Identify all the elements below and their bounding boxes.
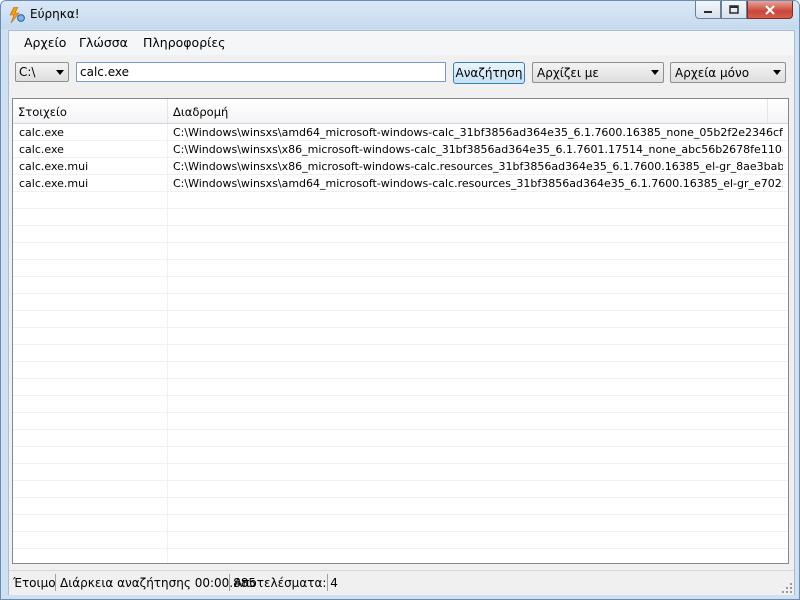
empty-row <box>13 311 788 328</box>
empty-row <box>13 260 788 277</box>
column-header-path[interactable]: Διαδρομή <box>168 99 768 123</box>
empty-row <box>13 430 788 447</box>
lightning-magnifier-icon <box>9 7 25 23</box>
empty-row <box>13 379 788 396</box>
row-item: calc.exe <box>19 126 64 139</box>
empty-row <box>13 328 788 345</box>
drive-select[interactable]: C:\ <box>15 62 69 82</box>
empty-row <box>13 498 788 515</box>
empty-row <box>13 396 788 413</box>
chevron-down-icon <box>56 70 64 75</box>
empty-row <box>13 209 788 226</box>
maximize-icon <box>729 5 739 14</box>
row-path: C:\Windows\winsxs\amd64_microsoft-window… <box>173 177 783 190</box>
empty-row <box>13 481 788 498</box>
menu-file[interactable]: Αρχείο <box>24 35 66 50</box>
status-duration: Διάρκεια αναζήτησης 00:00.885 <box>60 576 256 590</box>
chevron-down-icon <box>651 70 659 75</box>
empty-row <box>13 277 788 294</box>
title-bar[interactable]: Εύρηκα! <box>1 1 799 29</box>
match-mode-value: Αρχίζει με <box>537 66 599 80</box>
row-path: C:\Windows\winsxs\x86_microsoft-windows-… <box>173 160 783 173</box>
status-divider <box>229 574 230 591</box>
match-mode-select[interactable]: Αρχίζει με <box>532 62 664 83</box>
empty-row <box>13 226 788 243</box>
chevron-down-icon <box>773 70 781 75</box>
window-title: Εύρηκα! <box>30 7 80 21</box>
status-results: Αποτελέσματα: 4 <box>234 576 338 590</box>
empty-row <box>13 413 788 430</box>
menu-language[interactable]: Γλώσσα <box>79 35 128 50</box>
empty-row <box>13 447 788 464</box>
empty-row <box>13 515 788 532</box>
column-header-path-label: Διαδρομή <box>173 105 229 119</box>
file-filter-value: Αρχεία μόνο <box>675 66 750 80</box>
row-item: calc.exe.mui <box>19 177 89 190</box>
table-row[interactable]: calc.exe C:\Windows\winsxs\amd64_microso… <box>13 124 788 141</box>
maximize-button[interactable] <box>721 1 747 19</box>
results-header: Στοιχείο Διαδρομή <box>13 99 788 124</box>
row-path: C:\Windows\winsxs\x86_microsoft-windows-… <box>173 143 783 156</box>
column-header-item[interactable]: Στοιχείο <box>13 99 168 123</box>
search-toolbar: C:\ Αναζήτηση Αρχίζει με Αρχεία μόνο <box>9 57 794 91</box>
table-row[interactable]: calc.exe.mui C:\Windows\winsxs\amd64_mic… <box>13 175 788 192</box>
row-item: calc.exe <box>19 143 64 156</box>
table-row[interactable]: calc.exe C:\Windows\winsxs\x86_microsoft… <box>13 141 788 158</box>
minimize-icon <box>704 10 712 13</box>
status-bar: Έτοιμο Διάρκεια αναζήτησης 00:00.885 Απο… <box>9 570 794 595</box>
row-item: calc.exe.mui <box>19 160 89 173</box>
empty-row <box>13 532 788 549</box>
results-list[interactable]: Στοιχείο Διαδρομή calc.exe C:\Windows\wi… <box>12 98 789 564</box>
empty-row <box>13 345 788 362</box>
close-button[interactable] <box>747 1 793 19</box>
menu-bar: Αρχείο Γλώσσα Πληροφορίες <box>9 31 794 55</box>
search-input[interactable] <box>76 62 446 82</box>
status-state: Έτοιμο <box>13 576 56 590</box>
empty-row <box>13 362 788 379</box>
column-header-item-label: Στοιχείο <box>18 105 67 119</box>
results-rows: calc.exe C:\Windows\winsxs\amd64_microso… <box>13 124 788 563</box>
resize-grip-icon[interactable] <box>782 583 792 593</box>
drive-select-value: C:\ <box>19 65 36 79</box>
empty-row <box>13 243 788 260</box>
row-path: C:\Windows\winsxs\amd64_microsoft-window… <box>173 126 783 139</box>
empty-row <box>13 464 788 481</box>
status-divider <box>327 574 328 591</box>
close-icon <box>765 4 775 15</box>
menu-info[interactable]: Πληροφορίες <box>143 35 225 50</box>
table-row[interactable]: calc.exe.mui C:\Windows\winsxs\x86_micro… <box>13 158 788 175</box>
file-filter-select[interactable]: Αρχεία μόνο <box>670 62 786 83</box>
empty-row <box>13 294 788 311</box>
app-window: Εύρηκα! Αρχείο Γλώσσα Πληροφορίες C:\ ca… <box>0 0 800 600</box>
minimize-button[interactable] <box>695 1 721 19</box>
empty-row <box>13 192 788 209</box>
client-area: Αρχείο Γλώσσα Πληροφορίες C:\ Αναζήτηση … <box>8 30 795 595</box>
empty-row <box>13 549 788 563</box>
search-button[interactable]: Αναζήτηση <box>453 62 525 84</box>
status-divider <box>55 574 56 591</box>
